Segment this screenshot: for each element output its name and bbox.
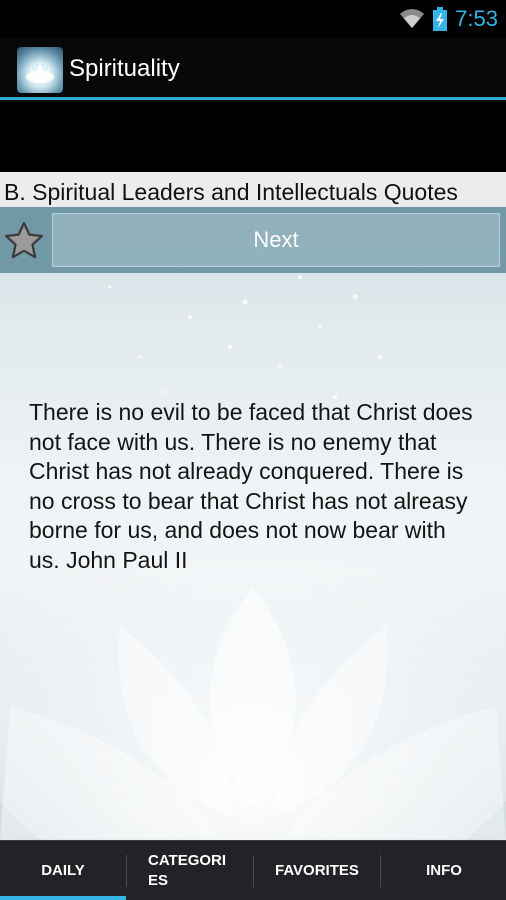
tab-daily-label: DAILY: [41, 861, 85, 879]
lotus-icon: [26, 61, 54, 83]
favorite-star-icon[interactable]: [4, 221, 44, 261]
status-icons: 7:53: [399, 0, 498, 38]
ad-space: [0, 100, 506, 172]
next-button[interactable]: Next: [52, 213, 500, 267]
selected-tab-indicator: [0, 896, 126, 900]
tab-daily[interactable]: DAILY: [0, 841, 126, 900]
category-title: B. Spiritual Leaders and Intellectuals Q…: [0, 172, 506, 207]
bottom-tab-bar: DAILY CATEGORIES FAVORITES INFO: [0, 840, 506, 900]
tab-info[interactable]: INFO: [381, 841, 506, 900]
quote-content: B. Spiritual Leaders and Intellectuals Q…: [0, 172, 506, 840]
action-bar: Spirituality: [0, 38, 506, 100]
tab-favorites-label: FAVORITES: [275, 861, 359, 879]
app-logo-icon[interactable]: [17, 47, 63, 93]
battery-charging-icon: [433, 7, 448, 31]
quote-text: There is no evil to be faced that Christ…: [29, 399, 473, 573]
wifi-icon: [400, 9, 425, 28]
tab-categories-label: CATEGORIES: [148, 851, 227, 889]
tab-info-label: INFO: [426, 861, 462, 879]
quote-toolbar: Next: [0, 207, 506, 273]
status-time: 7:53: [455, 6, 498, 31]
status-bar: 7:53: [0, 0, 506, 38]
tab-favorites[interactable]: FAVORITES: [254, 841, 380, 900]
tab-categories[interactable]: CATEGORIES: [127, 841, 253, 900]
app-title: Spirituality: [69, 55, 180, 82]
